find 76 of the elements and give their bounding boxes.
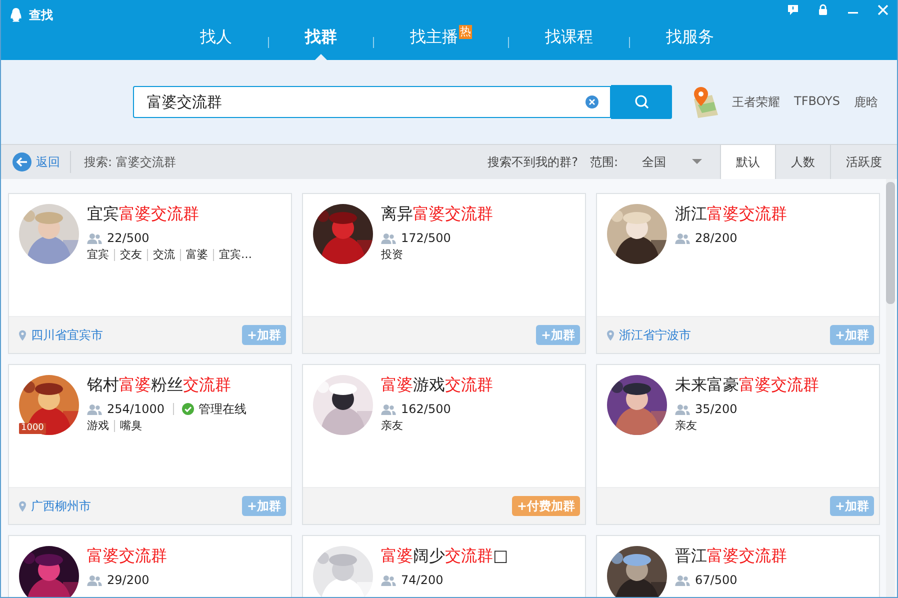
group-card[interactable]: 宜宾富婆交流群 22/500 宜宾 交友 交流 富婆 宜宾… 四川省宜宾市 +加群 bbox=[8, 193, 292, 354]
location-link[interactable]: 浙江省宁波市 bbox=[619, 326, 691, 344]
scope-label: 范围: bbox=[590, 154, 618, 170]
member-count: 28/200 bbox=[695, 231, 738, 245]
penguin-icon bbox=[9, 7, 23, 23]
check-icon bbox=[182, 403, 194, 415]
group-tag: 游戏 bbox=[87, 420, 114, 432]
member-count: 172/500 bbox=[401, 231, 451, 245]
clear-icon[interactable] bbox=[585, 95, 599, 109]
members-icon bbox=[87, 574, 102, 586]
group-name[interactable]: 浙江富婆交流群 bbox=[675, 204, 869, 224]
members-icon bbox=[381, 574, 396, 586]
group-card[interactable]: 富婆游戏交流群 162/500 亲友 +付费加群 bbox=[302, 364, 586, 525]
member-count: 22/500 bbox=[107, 231, 150, 245]
member-count: 162/500 bbox=[401, 402, 451, 416]
help-link[interactable]: 搜索不到我的群? bbox=[488, 154, 578, 170]
hot-word-link[interactable]: TFBOYS bbox=[794, 94, 840, 110]
member-count: 254/1000 bbox=[107, 402, 164, 416]
sort-tab[interactable]: 人数 bbox=[775, 145, 830, 179]
members-icon bbox=[381, 232, 396, 244]
location-link[interactable]: 广西柳州市 bbox=[31, 498, 91, 514]
location-link[interactable]: 四川省宜宾市 bbox=[31, 326, 103, 344]
member-count: 29/200 bbox=[107, 573, 150, 587]
group-card[interactable]: 富婆交流群 29/200 bbox=[8, 535, 292, 597]
members-icon bbox=[87, 404, 102, 414]
group-tag: 投资 bbox=[381, 249, 408, 261]
search-icon bbox=[634, 94, 650, 110]
admin-status: 管理在线 bbox=[198, 400, 246, 418]
members-icon bbox=[381, 404, 396, 414]
feedback-icon[interactable] bbox=[787, 4, 799, 16]
level-badge: 1000 bbox=[19, 423, 46, 434]
location-pin-icon bbox=[607, 330, 614, 340]
member-count: 35/200 bbox=[695, 402, 738, 416]
group-name[interactable]: 富婆阔少交流群□ bbox=[381, 546, 575, 566]
group-card[interactable]: 1000 铭村富婆粉丝交流群 254/1000 管理在线 游戏 嘴臭 广西柳州市 +加群 bbox=[8, 364, 292, 525]
member-count: 67/500 bbox=[695, 573, 738, 587]
group-card[interactable]: 离异富婆交流群 172/500 投资 +加群 bbox=[302, 193, 586, 354]
search-query-text: 搜索: 富婆交流群 bbox=[84, 154, 176, 170]
group-tag: 交友 bbox=[114, 249, 147, 261]
scrollbar[interactable] bbox=[886, 179, 895, 597]
group-card[interactable]: 浙江富婆交流群 28/200 浙江省宁波市 +加群 bbox=[596, 193, 880, 354]
window-title: 查找 bbox=[29, 6, 53, 24]
sort-tab[interactable]: 默认 bbox=[720, 145, 775, 179]
group-card[interactable]: 富婆阔少交流群□ 74/200 bbox=[302, 535, 586, 597]
group-name[interactable]: 铭村富婆粉丝交流群 bbox=[87, 375, 281, 395]
group-tag: 宜宾… bbox=[213, 249, 257, 261]
group-name[interactable]: 未来富豪富婆交流群 bbox=[675, 375, 869, 395]
group-tag: 交流 bbox=[147, 249, 180, 261]
group-card[interactable]: 晋江富婆交流群 67/500 bbox=[596, 535, 880, 597]
lock-icon[interactable] bbox=[817, 4, 829, 16]
search-button[interactable] bbox=[611, 85, 672, 119]
group-name[interactable]: 宜宾富婆交流群 bbox=[87, 204, 281, 224]
caret-icon bbox=[692, 159, 702, 165]
members-icon bbox=[675, 574, 690, 586]
group-card[interactable]: 未来富豪富婆交流群 35/200 亲友 +加群 bbox=[596, 364, 880, 525]
scope-dropdown[interactable]: 全国 bbox=[642, 154, 702, 170]
members-icon bbox=[675, 404, 690, 414]
group-name[interactable]: 富婆游戏交流群 bbox=[381, 375, 575, 395]
members-icon bbox=[87, 232, 102, 244]
group-tag: 嘴臭 bbox=[114, 420, 147, 432]
group-tag: 亲友 bbox=[381, 420, 408, 432]
group-tag: 宜宾 bbox=[87, 249, 114, 261]
members-icon bbox=[675, 232, 690, 244]
group-name[interactable]: 离异富婆交流群 bbox=[381, 204, 575, 224]
hot-word-link[interactable]: 鹿晗 bbox=[854, 94, 878, 110]
location-pin-icon bbox=[19, 500, 26, 512]
location-pin-icon bbox=[19, 330, 26, 340]
group-tag: 亲友 bbox=[675, 420, 702, 432]
group-tag: 富婆 bbox=[180, 249, 213, 261]
hot-word-link[interactable]: 王者荣耀 bbox=[732, 94, 780, 110]
hot-badge: 热 bbox=[459, 25, 472, 39]
member-count: 74/200 bbox=[401, 573, 444, 587]
group-name[interactable]: 晋江富婆交流群 bbox=[675, 546, 869, 566]
close-icon[interactable] bbox=[877, 4, 889, 16]
search-field[interactable]: 富婆交流群 bbox=[133, 86, 611, 118]
group-name[interactable]: 富婆交流群 bbox=[87, 546, 281, 566]
